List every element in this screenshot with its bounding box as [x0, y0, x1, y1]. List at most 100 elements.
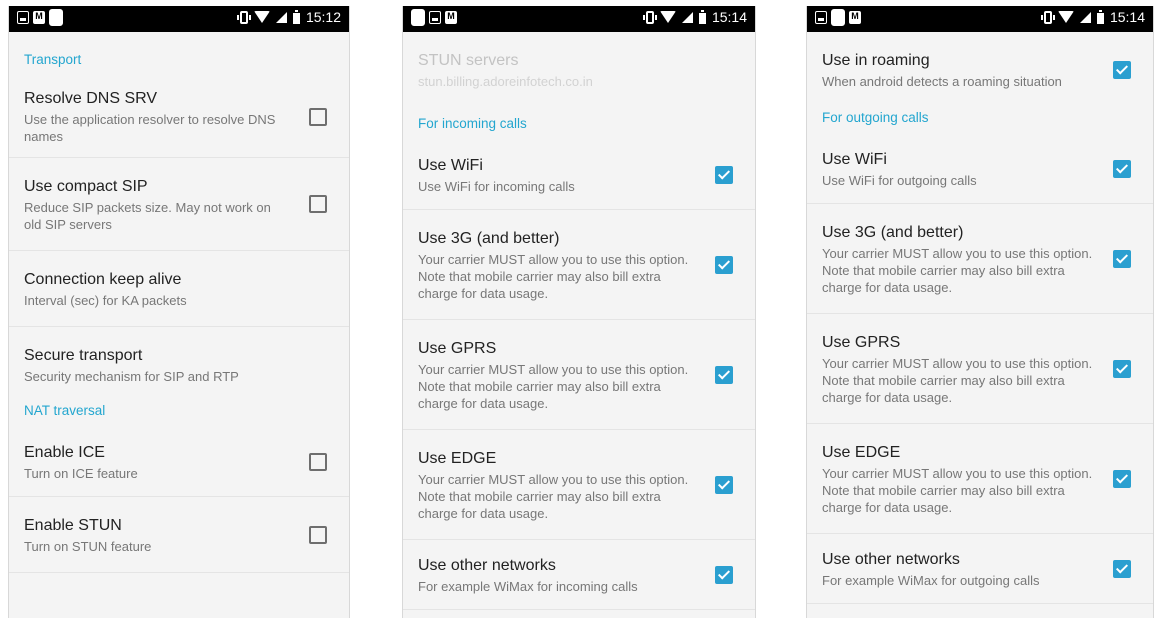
incoming-3g-checkbox[interactable] [715, 255, 733, 274]
pref-summary: For example WiMax for incoming calls [418, 578, 638, 594]
pref-title: Enable STUN [24, 516, 122, 534]
category-transport: Transport [24, 52, 82, 67]
system-icons: 15:12 [236, 9, 341, 25]
pref-title: Use compact SIP [24, 177, 148, 195]
outgoing-3g-checkbox[interactable] [1113, 249, 1131, 268]
pref-incoming-use-other-networks[interactable]: Use other networks For example WiMax for… [403, 540, 755, 610]
enable-ice-checkbox[interactable] [309, 452, 327, 471]
category-nat-traversal: NAT traversal [24, 403, 106, 418]
enable-stun-checkbox[interactable] [309, 525, 327, 544]
incoming-other-networks-checkbox[interactable] [715, 565, 733, 584]
outgoing-edge-checkbox[interactable] [1113, 469, 1131, 488]
pref-summary: Use WiFi for outgoing calls [822, 172, 977, 188]
cell-signal-icon [681, 11, 693, 23]
gmail-icon [849, 11, 861, 24]
pref-title: Use GPRS [822, 333, 901, 351]
settings-list[interactable]: STUN servers stun.billing.adoreinfotech.… [403, 32, 755, 618]
resolve-dns-srv-checkbox[interactable] [309, 107, 327, 126]
pref-summary: Your carrier MUST allow you to use this … [822, 245, 1093, 295]
pref-outgoing-use-edge[interactable]: Use EDGE Your carrier MUST allow you to … [807, 424, 1153, 534]
wifi-icon [253, 11, 270, 23]
phone-screen-outgoing-calls: 15:14 Use in roaming When android detect… [806, 6, 1154, 618]
pref-title: STUN servers [418, 52, 519, 69]
pref-summary: Turn on ICE feature [24, 465, 138, 481]
pref-title: Use 3G (and better) [418, 229, 560, 247]
battery-icon [1096, 9, 1104, 24]
battery-icon [292, 9, 300, 24]
pref-summary: Security mechanism for SIP and RTP [24, 369, 239, 384]
gmail-icon [445, 11, 457, 24]
pref-title: Enable ICE [24, 443, 105, 461]
pref-enable-ice[interactable]: Enable ICE Turn on ICE feature [9, 427, 349, 497]
incoming-wifi-checkbox[interactable] [715, 165, 733, 184]
phone-screen-incoming-calls: 15:14 STUN servers stun.billing.adoreinf… [402, 6, 756, 618]
cell-signal-icon [275, 11, 287, 23]
pref-outgoing-use-gprs[interactable]: Use GPRS Your carrier MUST allow you to … [807, 314, 1153, 424]
incoming-edge-checkbox[interactable] [715, 475, 733, 494]
status-time: 15:14 [1109, 9, 1145, 25]
pref-summary: Use the application resolver to resolve … [24, 112, 276, 144]
phone-screen-transport: 15:12 Transport Resolve DNS SRV Use the … [8, 6, 350, 618]
pref-incoming-use-gprs[interactable]: Use GPRS Your carrier MUST allow you to … [403, 320, 755, 430]
pref-incoming-use-wifi[interactable]: Use WiFi Use WiFi for incoming calls [403, 140, 755, 210]
gmail-icon [33, 11, 45, 24]
blank-notification-icon [411, 9, 425, 26]
pref-title: Use EDGE [822, 443, 901, 461]
pref-summary: Use WiFi for incoming calls [418, 178, 575, 194]
pref-secure-transport[interactable]: Secure transport Security mechanism for … [9, 327, 349, 403]
status-time: 15:12 [305, 9, 341, 25]
status-time: 15:14 [711, 9, 747, 25]
category-outgoing-calls: For outgoing calls [822, 110, 929, 125]
pref-incoming-use-edge[interactable]: Use EDGE Your carrier MUST allow you to … [403, 430, 755, 540]
pref-summary: Reduce SIP packets size. May not work on… [24, 199, 271, 232]
outgoing-gprs-checkbox[interactable] [1113, 359, 1131, 378]
pref-summary: Your carrier MUST allow you to use this … [822, 355, 1093, 405]
pref-use-in-roaming[interactable]: Use in roaming When android detects a ro… [807, 32, 1153, 108]
use-compact-sip-checkbox[interactable] [309, 195, 327, 213]
outgoing-wifi-checkbox[interactable] [1113, 159, 1131, 178]
pref-use-compact-sip[interactable]: Use compact SIP Reduce SIP packets size.… [9, 158, 349, 251]
pref-outgoing-use-other-networks[interactable]: Use other networks For example WiMax for… [807, 534, 1153, 604]
use-in-roaming-checkbox[interactable] [1113, 61, 1131, 79]
image-icon [815, 11, 827, 24]
pref-outgoing-use-wifi[interactable]: Use WiFi Use WiFi for outgoing calls [807, 134, 1153, 204]
wifi-icon [1057, 11, 1074, 23]
pref-title: Use GPRS [418, 339, 497, 357]
pref-title: Use other networks [418, 556, 556, 574]
settings-list[interactable]: Transport Resolve DNS SRV Use the applic… [9, 32, 349, 618]
pref-summary: For example WiMax for outgoing calls [822, 572, 1040, 588]
incoming-gprs-checkbox[interactable] [715, 365, 733, 384]
pref-incoming-use-3g[interactable]: Use 3G (and better) Your carrier MUST al… [403, 210, 755, 320]
pref-title: Use EDGE [418, 449, 497, 467]
pref-enable-stun[interactable]: Enable STUN Turn on STUN feature [9, 497, 349, 573]
pref-summary: Your carrier MUST allow you to use this … [418, 361, 689, 411]
blank-notification-icon [831, 9, 845, 26]
vibrate-icon [642, 10, 657, 24]
pref-resolve-dns-srv[interactable]: Resolve DNS SRV Use the application reso… [9, 76, 349, 158]
blank-notification-icon [49, 9, 63, 26]
notification-icons [815, 9, 861, 26]
pref-summary: Turn on STUN feature [24, 538, 152, 554]
pref-title: Use other networks [822, 550, 960, 568]
pref-connection-keep-alive[interactable]: Connection keep alive Interval (sec) for… [9, 251, 349, 327]
notification-icons [411, 9, 457, 26]
outgoing-other-networks-checkbox[interactable] [1113, 559, 1131, 578]
pref-title: Use WiFi [822, 150, 887, 168]
pref-title: Use in roaming [822, 52, 930, 69]
pref-title: Connection keep alive [24, 270, 182, 288]
pref-title: Resolve DNS SRV [24, 90, 158, 107]
pref-outgoing-use-3g[interactable]: Use 3G (and better) Your carrier MUST al… [807, 204, 1153, 314]
pref-title: Secure transport [24, 347, 143, 364]
system-icons: 15:14 [642, 9, 747, 25]
pref-summary: Interval (sec) for KA packets [24, 292, 187, 308]
settings-list[interactable]: Use in roaming When android detects a ro… [807, 32, 1153, 618]
vibrate-icon [1040, 10, 1055, 24]
cell-signal-icon [1079, 11, 1091, 23]
status-bar: 15:14 [403, 6, 755, 32]
battery-icon [698, 9, 706, 24]
status-bar: 15:12 [9, 6, 349, 32]
image-icon [17, 11, 29, 24]
category-incoming-calls: For incoming calls [418, 116, 527, 131]
system-icons: 15:14 [1040, 9, 1145, 25]
pref-summary: Your carrier MUST allow you to use this … [418, 471, 689, 521]
